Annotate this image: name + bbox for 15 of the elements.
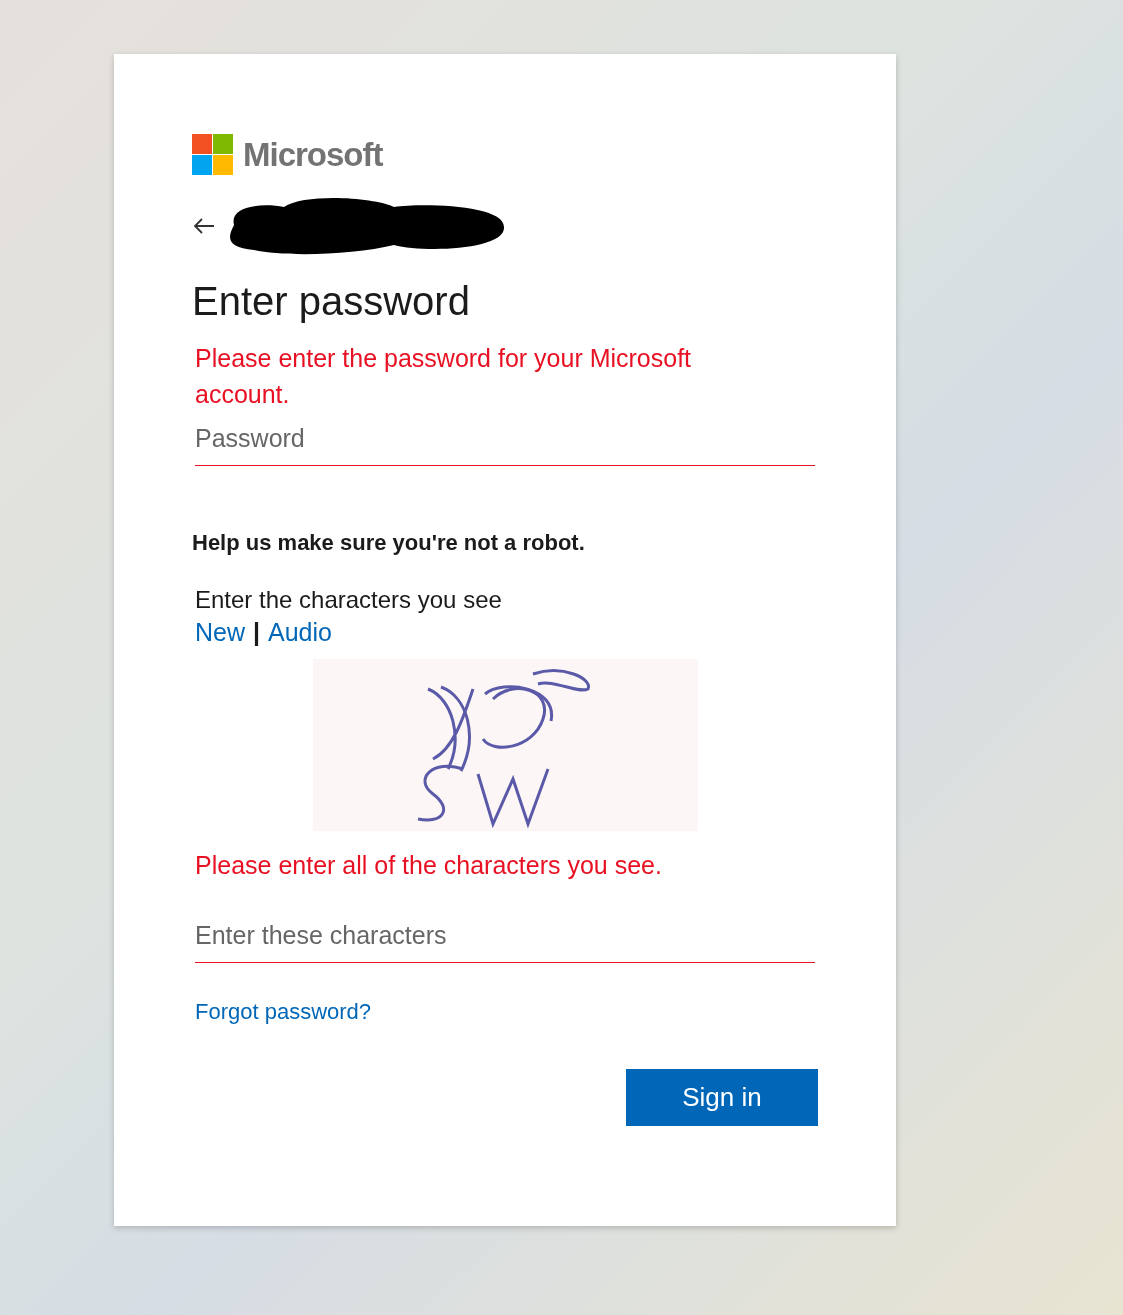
- captcha-link[interactable]: Audio: [268, 618, 332, 647]
- page-title: Enter password: [192, 279, 471, 324]
- separator: |: [253, 618, 260, 647]
- captcha-link[interactable]: New: [195, 618, 245, 647]
- password-field[interactable]: Password: [195, 420, 815, 466]
- robot-heading: Help us make sure you're not a robot.: [192, 530, 586, 556]
- brand-name: Microsoft: [243, 135, 383, 174]
- error-message: Please enter all of the characters you see.: [194, 850, 663, 881]
- error-message: Please enter the password for your Microsoft account.: [194, 343, 693, 410]
- sign-in-button[interactable]: Sign in: [626, 1069, 818, 1126]
- forgot-password-link[interactable]: Forgot password?: [192, 999, 372, 1025]
- captcha-instruction: Enter the characters you see: [194, 586, 503, 614]
- back-arrow-icon[interactable]: [192, 216, 216, 236]
- captcha-field[interactable]: Enter these characters: [195, 917, 815, 963]
- logo-icon: [192, 134, 233, 175]
